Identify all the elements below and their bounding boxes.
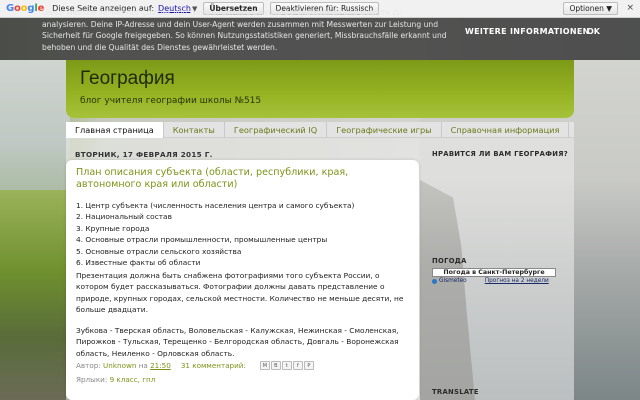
author-label: Автор: — [76, 361, 101, 370]
post-paragraph: Зубкова - Тверская область, Воловельская… — [76, 326, 399, 358]
twitter-share-icon[interactable]: t — [281, 361, 292, 370]
sidebar-heading-weather: ПОГОДА — [432, 257, 467, 265]
post-footer: Автор: Unknown на 21:50 31 комментарий: … — [76, 361, 315, 370]
gismeteo-label: Gismeteo — [439, 278, 467, 284]
site-title[interactable]: География — [80, 68, 175, 90]
site-description: блог учителя географии школы №515 — [80, 96, 262, 106]
time-label: на — [138, 361, 148, 370]
ok-button[interactable]: OK — [587, 27, 600, 36]
list-item: 3. Крупные города — [76, 223, 150, 233]
nav-tabs: Главная страница Контакты Географический… — [66, 122, 574, 138]
google-logo: Google — [6, 3, 45, 14]
cookie-text: Diese Website verwendet Cookies von Goog… — [42, 10, 447, 52]
weather-row: Gismeteo Прогноз на 2 недели — [432, 278, 556, 284]
post-labels: Ярлыки: 9 класс, гпл — [76, 375, 155, 384]
list-item: 2. Национальный состав — [76, 212, 172, 222]
tab-geo-games[interactable]: Географические игры — [327, 122, 442, 138]
post-time-link[interactable]: 21:50 — [150, 361, 171, 370]
background-grass-left — [0, 190, 70, 400]
blog-post: План описания субъекта (области, республ… — [66, 160, 419, 400]
labels-prefix: Ярлыки: — [76, 375, 108, 384]
tab-reference[interactable]: Справочная информация — [442, 122, 570, 138]
gismeteo-icon — [432, 278, 437, 284]
more-info-link[interactable]: WEITERE INFORMATIONEN — [465, 27, 590, 36]
list-item: 4. Основные отрасли промышленности, пром… — [76, 235, 328, 245]
list-item: 5. Основные отрасли сельского хозяйства — [76, 246, 242, 256]
tab-home[interactable]: Главная страница — [66, 122, 164, 138]
close-icon[interactable]: × — [626, 3, 634, 13]
comments-link[interactable]: 31 комментарий: — [181, 361, 246, 370]
gismeteo-brand[interactable]: Gismeteo — [432, 278, 467, 284]
post-title[interactable]: План описания субъекта (области, республ… — [76, 167, 406, 191]
list-item: 1. Центр субъекта (численность населения… — [76, 201, 355, 210]
list-item: 6. Известные факты об области — [76, 258, 201, 268]
share-buttons: M B t f P — [259, 361, 315, 370]
post-paragraph: Презентация должна быть снабжена фотогра… — [76, 271, 404, 315]
post-date: ВТОРНИК, 17 ФЕВРАЛЯ 2015 Г. — [75, 150, 213, 159]
blogger-share-icon[interactable]: B — [270, 361, 281, 370]
cookie-banner: Diese Website verwendet Cookies von Goog… — [0, 10, 640, 60]
sidebar-heading-like: НРАВИТСЯ ЛИ ВАМ ГЕОГРАФИЯ? — [432, 150, 569, 158]
sidebar-heading-translate: TRANSLATE — [432, 388, 479, 396]
weather-widget[interactable]: Погода в Санкт-Петербурге Gismeteo Прогн… — [432, 268, 556, 286]
blog-header: География блог учителя географии школы №… — [66, 60, 574, 118]
pinterest-share-icon[interactable]: P — [303, 361, 314, 370]
facebook-share-icon[interactable]: f — [292, 361, 303, 370]
background-sky-left — [0, 60, 70, 200]
tab-geo-iq[interactable]: Географический IQ — [225, 122, 328, 138]
tab-contacts[interactable]: Контакты — [164, 122, 225, 138]
labels-link[interactable]: 9 класс, гпл — [110, 375, 156, 384]
options-button[interactable]: Optionen ▼ — [563, 2, 618, 15]
weather-title[interactable]: Погода в Санкт-Петербурге — [432, 268, 556, 277]
email-share-icon[interactable]: M — [259, 361, 270, 370]
forecast-link[interactable]: Прогноз на 2 недели — [485, 278, 549, 284]
cookie-text-clip: Diese Website verwendet Cookies von Goog… — [42, 10, 447, 60]
author-link[interactable]: Unknown — [103, 361, 136, 370]
post-list: 1. Центр субъекта (численность населения… — [76, 200, 354, 268]
